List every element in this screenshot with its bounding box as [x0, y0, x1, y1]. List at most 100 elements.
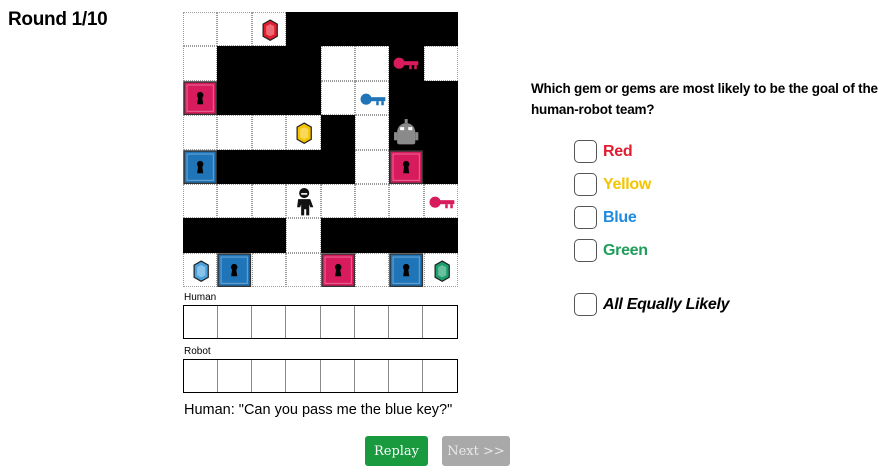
- checkbox[interactable]: [574, 206, 597, 229]
- inventory-slot: [355, 360, 389, 392]
- floor-cell: [320, 80, 355, 116]
- floor-cell: [183, 80, 218, 116]
- option-yellow[interactable]: Yellow: [574, 173, 651, 196]
- floor-cell: [183, 46, 218, 81]
- floor-cell: [354, 183, 390, 219]
- floor-cell: [183, 115, 218, 150]
- inventory-slot: [184, 306, 219, 338]
- checkbox[interactable]: [574, 239, 597, 262]
- inventory-slot: [286, 360, 321, 392]
- floor-cell: [354, 149, 390, 184]
- option-red[interactable]: Red: [574, 140, 633, 163]
- wall-cell: [320, 149, 355, 184]
- wall-cell: [286, 149, 321, 184]
- wall-cell: [389, 115, 424, 150]
- inventory-slot: [252, 306, 287, 338]
- option-green[interactable]: Green: [574, 239, 648, 262]
- round-counter: Round 1/10: [8, 9, 108, 30]
- wall-cell: [389, 149, 424, 184]
- wall-cell: [423, 149, 459, 184]
- wall-cell: [217, 46, 252, 81]
- floor-cell: [251, 252, 287, 288]
- inventory-slot: [321, 306, 355, 338]
- floor-cell: [183, 149, 218, 184]
- next-button[interactable]: Next >>: [442, 436, 510, 466]
- human-inventory: [183, 305, 458, 339]
- floor-cell: [251, 183, 287, 219]
- human-inventory-label: Human: [184, 292, 217, 303]
- inventory-slot: [389, 306, 423, 338]
- wall-cell: [251, 149, 287, 184]
- option-label: Red: [603, 142, 633, 160]
- floor-cell: [217, 115, 252, 150]
- checkbox[interactable]: [574, 293, 597, 316]
- inventory-slot: [355, 306, 389, 338]
- wall-cell: [251, 80, 287, 116]
- option-label: Yellow: [603, 175, 651, 193]
- wall-cell: [423, 115, 459, 150]
- wall-cell: [217, 149, 252, 184]
- wall-cell: [251, 46, 287, 81]
- floor-cell: [286, 218, 321, 253]
- wall-cell: [423, 218, 459, 253]
- floor-cell: [389, 252, 424, 288]
- floor-cell: [320, 46, 355, 81]
- floor-cell: [423, 46, 459, 81]
- inventory-slot: [252, 360, 287, 392]
- floor-cell: [251, 12, 287, 47]
- wall-cell: [423, 12, 459, 47]
- floor-cell: [183, 252, 218, 288]
- inventory-slot: [321, 360, 355, 392]
- wall-cell: [423, 80, 459, 116]
- checkbox[interactable]: [574, 140, 597, 163]
- floor-cell: [286, 115, 321, 150]
- wall-cell: [286, 12, 321, 47]
- checkbox[interactable]: [574, 173, 597, 196]
- option-all-equally-likely[interactable]: All Equally Likely: [574, 293, 730, 316]
- wall-cell: [389, 218, 424, 253]
- floor-cell: [286, 183, 321, 219]
- wall-cell: [389, 12, 424, 47]
- option-label: Blue: [603, 208, 637, 226]
- wall-cell: [389, 46, 424, 81]
- inventory-slot: [389, 360, 423, 392]
- inventory-slot: [218, 306, 253, 338]
- inventory-slot: [423, 306, 457, 338]
- floor-cell: [217, 252, 252, 288]
- inventory-slot: [184, 360, 219, 392]
- wall-cell: [251, 218, 287, 253]
- wall-cell: [286, 80, 321, 116]
- wall-cell: [354, 12, 390, 47]
- wall-cell: [320, 218, 355, 253]
- option-blue[interactable]: Blue: [574, 206, 637, 229]
- wall-cell: [320, 12, 355, 47]
- floor-cell: [354, 80, 390, 116]
- replay-button[interactable]: Replay: [365, 436, 428, 466]
- floor-cell: [217, 12, 252, 47]
- wall-cell: [217, 80, 252, 116]
- robot-inventory: [183, 359, 458, 393]
- goal-question: Which gem or gems are most likely to be …: [531, 81, 878, 117]
- option-label: All Equally Likely: [603, 295, 730, 313]
- floor-cell: [423, 183, 459, 219]
- wall-cell: [217, 218, 252, 253]
- inventory-slot: [423, 360, 457, 392]
- wall-cell: [354, 218, 390, 253]
- inventory-slot: [218, 360, 253, 392]
- wall-cell: [320, 115, 355, 150]
- floor-cell: [320, 252, 355, 288]
- floor-cell: [217, 183, 252, 219]
- inventory-slot: [286, 306, 321, 338]
- floor-cell: [183, 183, 218, 219]
- floor-cell: [251, 115, 287, 150]
- robot-inventory-label: Robot: [184, 346, 211, 357]
- game-board: [183, 12, 459, 288]
- floor-cell: [286, 252, 321, 288]
- floor-cell: [423, 252, 459, 288]
- floor-cell: [354, 252, 390, 288]
- wall-cell: [389, 80, 424, 116]
- floor-cell: [354, 46, 390, 81]
- wall-cell: [286, 46, 321, 81]
- floor-cell: [320, 183, 355, 219]
- floor-cell: [354, 115, 390, 150]
